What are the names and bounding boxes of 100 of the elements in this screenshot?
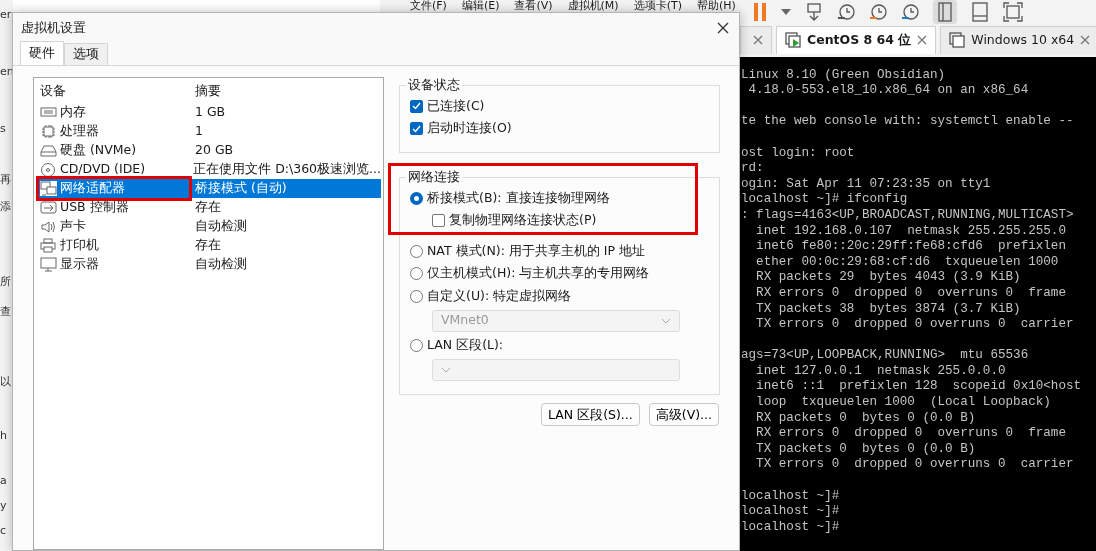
terminal-line: localhost ~]# ifconfig: [741, 192, 909, 208]
menu-item[interactable]: 查看(V): [514, 0, 553, 11]
check-icon: [412, 102, 421, 111]
vm-icon: [785, 32, 801, 49]
group-title: 设备状态: [407, 77, 461, 93]
radio-button[interactable]: [410, 339, 423, 353]
text-fragment: a: [0, 474, 8, 488]
vm-tab[interactable]: Windows 10 x64: [940, 25, 1096, 54]
caret-icon[interactable]: [780, 9, 791, 15]
terminal-line: RX packets 0 bytes 0 (0.0 B): [755, 410, 977, 427]
disc-icon: [40, 162, 57, 177]
check-icon: [412, 124, 421, 133]
tab[interactable]: 硬件: [20, 41, 64, 65]
speaker-icon: [40, 219, 57, 234]
radio-label[interactable]: 自定义(U): 特定虚拟网络: [427, 286, 572, 306]
menu-item[interactable]: 虚拟机(M): [567, 0, 619, 11]
memory-icon: [40, 105, 57, 120]
printer-icon: [40, 238, 57, 253]
device-row[interactable]: 显示器 自动检测: [36, 255, 381, 274]
dialog-button[interactable]: 高级(V)...: [648, 403, 719, 426]
drive-icon: [40, 143, 57, 158]
text-fragment: 以: [0, 375, 12, 389]
text-fragment: 添: [0, 200, 12, 214]
chip-icon: [40, 124, 57, 139]
text-fragment: 再: [0, 173, 12, 187]
terminal-line: te the web console with: systemctl enable --: [741, 114, 1075, 130]
terminal-line: ether 00:0c:29:68:cf:d6 txqueuelen 1000: [755, 254, 1060, 271]
device-row[interactable]: 网络适配器 桥接模式 (自动): [36, 179, 381, 198]
checkbox-label[interactable]: 复制物理网络连接状态(P): [449, 211, 597, 231]
checkbox-label[interactable]: 已连接(C): [427, 96, 485, 116]
terminal-line: rd:: [741, 161, 765, 177]
terminal-line: localhost ~]#: [741, 519, 841, 536]
radio-label[interactable]: LAN 区段(L):: [427, 336, 504, 356]
terminal-line: loop txqueuelen 1000 (Local Loopback): [755, 395, 1052, 411]
device-row[interactable]: 内存 1 GB: [36, 103, 381, 122]
text-fragment: s: [0, 122, 7, 136]
menu-item[interactable]: 选项卡(T): [633, 0, 682, 11]
vm-icon: [949, 32, 966, 49]
terminal-line: localhost ~]#: [741, 504, 841, 520]
text-fragment: 所: [0, 275, 12, 289]
terminal-line: ost login: root: [741, 145, 856, 162]
network-icon: [40, 181, 57, 196]
terminal-line: ogin: Sat Apr 11 07:23:35 on tty1: [741, 176, 992, 193]
terminal-line: inet 192.168.0.107 netmask 255.255.255.0: [755, 223, 1067, 240]
checkbox[interactable]: [410, 122, 423, 136]
radio-label[interactable]: 仅主机模式(H): 与主机共享的专用网络: [427, 264, 650, 284]
terminal-line: RX errors 0 dropped 0 overruns 0 frame: [755, 426, 1067, 442]
terminal-line: inet6 ::1 prefixlen 128 scopeid 0x10<host: [755, 379, 1083, 396]
pause-icon[interactable]: [752, 2, 767, 22]
terminal-line: RX packets 29 bytes 4043 (3.9 KiB): [755, 270, 1022, 286]
window-title: 虚拟机设置: [21, 18, 86, 37]
terminal-line: : flags=4163<UP,BROADCAST,RUNNING,MULTICAST>: [741, 207, 1075, 224]
menu-item[interactable]: 帮助(H): [696, 0, 736, 11]
close-icon[interactable]: [717, 22, 729, 34]
clock-icon[interactable]: [868, 3, 887, 21]
terminal-line: RX errors 0 dropped 0 overruns 0 frame: [755, 285, 1067, 302]
terminal-line: TX packets 38 bytes 3874 (3.7 KiB): [755, 301, 1022, 318]
terminal-line: TX errors 0 dropped 0 overruns 0 carrier: [755, 457, 1075, 474]
terminal-line: Linux 8.10 (Green Obsidian): [741, 67, 947, 84]
checkbox[interactable]: [410, 99, 423, 113]
terminal-line: localhost ~]#: [741, 488, 841, 505]
clock-icon[interactable]: [900, 3, 919, 21]
device-row[interactable]: 硬盘 (NVMe) 20 GB: [36, 141, 381, 160]
checkbox-label[interactable]: 启动时连接(O): [427, 119, 512, 139]
terminal-line: TX packets 0 bytes 0 (0.0 B): [755, 441, 977, 458]
group-title: 网络连接: [407, 169, 461, 185]
menu-item[interactable]: 编辑(E): [461, 0, 500, 11]
chevron-icon: [661, 317, 671, 324]
device-row[interactable]: 处理器 1: [36, 122, 381, 141]
fullscreen-icon[interactable]: [1002, 2, 1023, 22]
tab-label: CentOS 8 64 位: [807, 30, 912, 49]
vm-tab[interactable]: CentOS 8 64 位: [776, 25, 937, 54]
column-header: 摘要: [195, 81, 221, 100]
radio-button[interactable]: [410, 244, 423, 258]
chevron-icon: [441, 367, 451, 373]
checkbox[interactable]: [432, 214, 445, 228]
radio-label[interactable]: NAT 模式(N): 用于共享主机的 IP 地址: [427, 241, 645, 261]
clock-icon[interactable]: [836, 3, 855, 21]
terminal-line: 4.18.0-553.el8_10.x86_64 on an x86_64: [747, 83, 1030, 99]
tab[interactable]: 选项: [64, 43, 108, 65]
usb-icon: [40, 200, 57, 215]
text-fragment: c: [0, 524, 8, 538]
monitor-icon: [40, 257, 57, 272]
monitor-icon[interactable]: [804, 3, 823, 21]
radio-button[interactable]: [410, 289, 423, 303]
panel-icon[interactable]: [970, 2, 989, 22]
sidebar-icon[interactable]: [932, 0, 957, 24]
device-row[interactable]: CD/DVD (IDE) 正在使用文件 D:\360极速浏览...: [36, 160, 381, 179]
radio-label[interactable]: 桥接模式(B): 直接连接物理网络: [427, 188, 610, 208]
menu-item[interactable]: 文件(F): [410, 0, 447, 11]
text-fragment: y: [0, 499, 8, 513]
dialog-button[interactable]: LAN 区段(S)...: [541, 403, 640, 426]
device-row[interactable]: 打印机 存在: [36, 236, 381, 255]
column-header: 设备: [40, 81, 66, 100]
device-row[interactable]: 声卡 自动检测: [36, 217, 381, 236]
radio-button[interactable]: [410, 191, 423, 205]
radio-button[interactable]: [410, 267, 423, 281]
device-row[interactable]: USB 控制器 存在: [36, 198, 381, 217]
text-fragment: h: [0, 429, 8, 443]
text-fragment: er: [0, 8, 13, 22]
